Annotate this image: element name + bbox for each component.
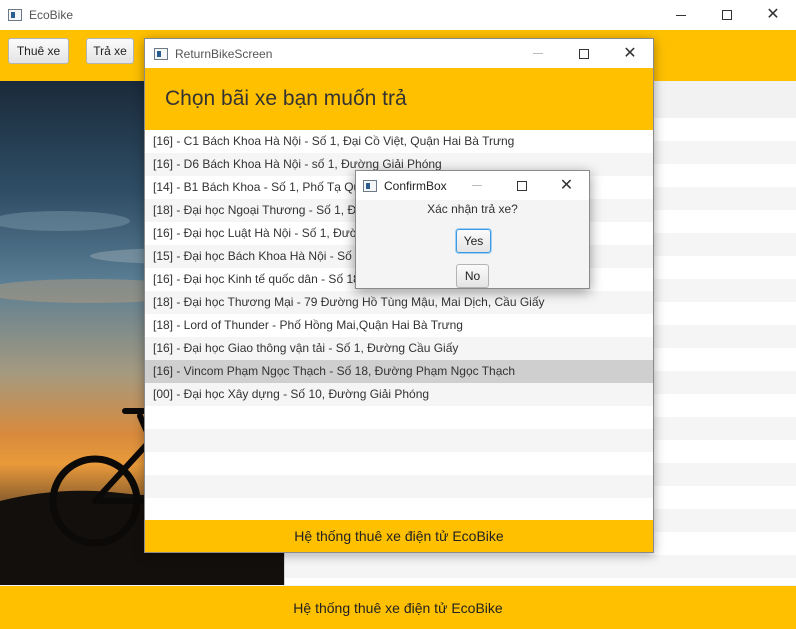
main-titlebar[interactable]: EcoBike ✕ <box>0 0 796 30</box>
confirm-titlebar[interactable]: ConfirmBox ✕ <box>356 171 589 200</box>
maximize-button[interactable] <box>499 171 544 200</box>
close-icon: ✕ <box>559 176 574 194</box>
minimize-icon <box>676 14 686 16</box>
maximize-button[interactable] <box>704 0 750 30</box>
confirm-message: Xác nhận trả xe? <box>427 202 518 216</box>
minimize-icon <box>471 185 482 186</box>
close-button[interactable]: ✕ <box>750 0 796 30</box>
confirm-dialog: ConfirmBox ✕ Xác nhận trả xe? Yes No <box>355 170 590 289</box>
maximize-button[interactable] <box>561 39 607 68</box>
minimize-button[interactable] <box>454 171 499 200</box>
station-list-item[interactable]: [00] - Đại học Xây dựng - Số 10, Đường G… <box>145 383 653 406</box>
minimize-icon <box>533 53 543 54</box>
yes-button[interactable]: Yes <box>456 229 491 253</box>
confirm-dialog-title: ConfirmBox <box>384 178 447 193</box>
close-icon: ✕ <box>623 44 637 62</box>
return-bike-footer: Hệ thống thuê xe điện tử EcoBike <box>145 520 653 552</box>
app-icon <box>154 47 168 60</box>
station-list-item[interactable]: [18] - Đại học Thương Mại - 79 Đường Hồ … <box>145 291 653 314</box>
maximize-icon <box>579 48 589 59</box>
return-bike-button[interactable]: Trả xe <box>86 38 134 64</box>
close-button[interactable]: ✕ <box>607 39 653 68</box>
return-bike-titlebar[interactable]: ReturnBikeScreen ✕ <box>145 39 653 68</box>
station-list-item[interactable]: [16] - Vincom Phạm Ngọc Thạch - Số 18, Đ… <box>145 360 653 383</box>
maximize-icon <box>516 180 527 191</box>
rent-bike-button[interactable]: Thuê xe <box>8 38 69 64</box>
minimize-button[interactable] <box>515 39 561 68</box>
app-icon <box>8 9 22 21</box>
close-button[interactable]: ✕ <box>544 171 589 200</box>
return-bike-window-title: ReturnBikeScreen <box>175 46 273 61</box>
return-bike-window: ReturnBikeScreen ✕ Chọn bãi xe bạn muốn … <box>144 38 654 553</box>
maximize-icon <box>722 10 732 20</box>
minimize-button[interactable] <box>658 0 704 30</box>
app-icon <box>363 179 377 192</box>
station-list-item[interactable]: [16] - Đại học Giao thông vận tải - Số 1… <box>145 337 653 360</box>
return-bike-heading: Chọn bãi xe bạn muốn trả <box>145 68 653 130</box>
main-window-title: EcoBike <box>29 8 74 22</box>
no-button[interactable]: No <box>456 264 489 288</box>
main-footer: Hệ thống thuê xe điện tử EcoBike <box>0 586 796 629</box>
station-list-item[interactable]: [16] - C1 Bách Khoa Hà Nội - Số 1, Đại C… <box>145 130 653 153</box>
station-list-item[interactable]: [18] - Lord of Thunder - Phố Hồng Mai,Qu… <box>145 314 653 337</box>
close-icon: ✕ <box>766 6 780 23</box>
